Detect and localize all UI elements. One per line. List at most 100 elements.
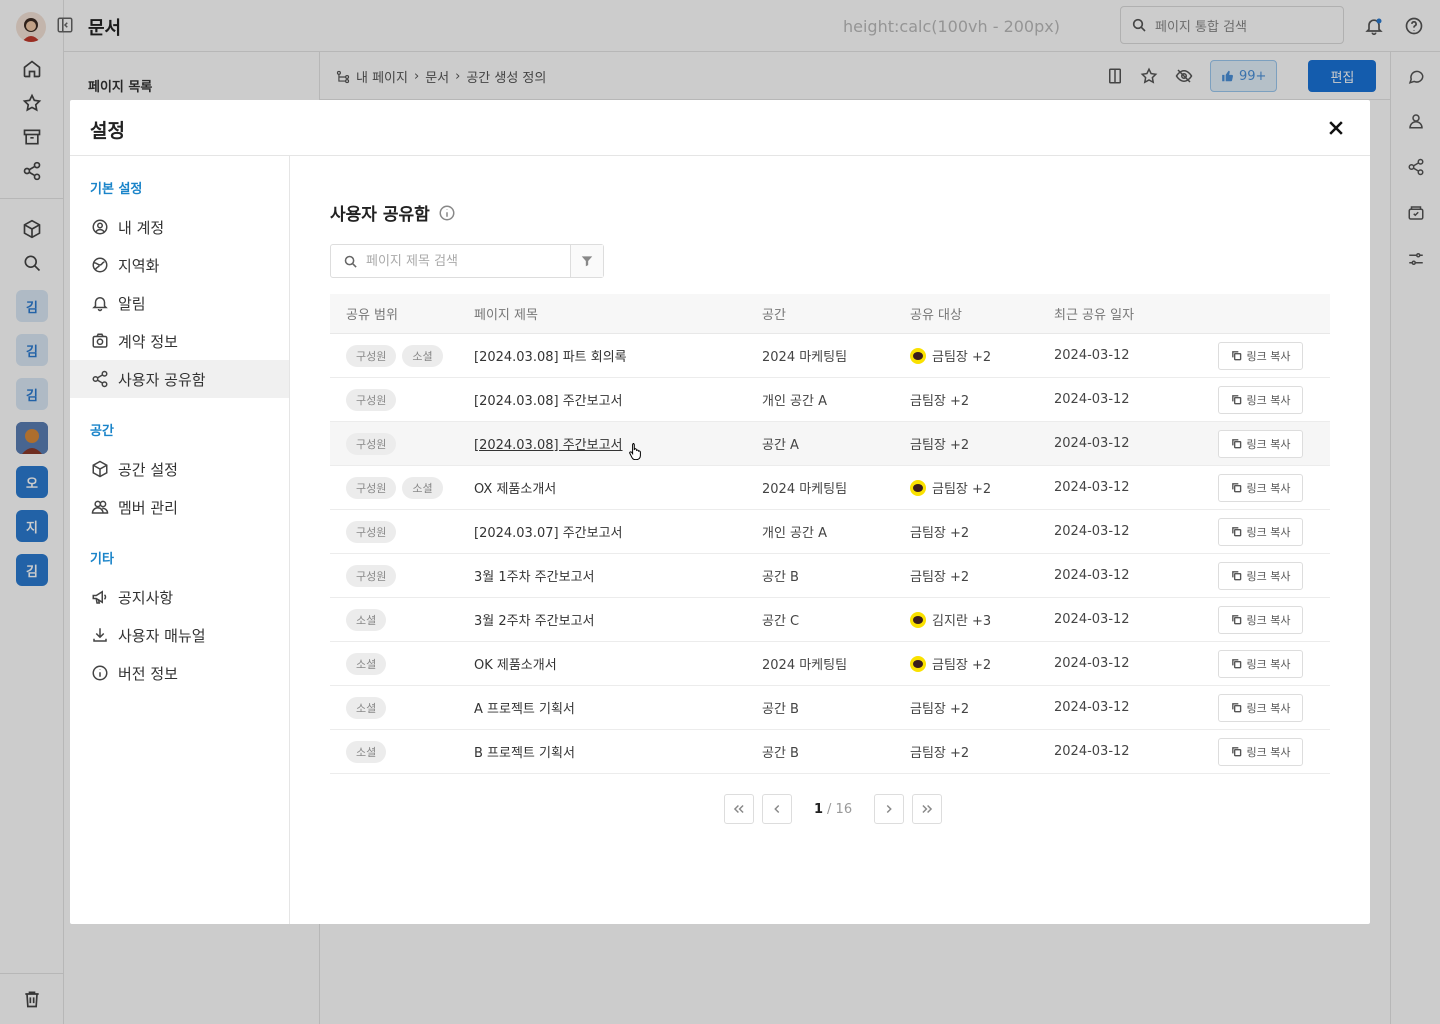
- nav-item-label: 지역화: [118, 256, 160, 275]
- users-icon: [90, 498, 109, 517]
- page-title-cell[interactable]: [2024.03.08] 주간보고서: [474, 438, 623, 453]
- nav-item-localization[interactable]: 지역화: [70, 246, 289, 284]
- info-icon: [90, 664, 109, 683]
- nav-item-announcements[interactable]: 공지사항: [70, 578, 289, 616]
- target-cell: 금팀장 +2: [910, 702, 970, 717]
- scope-chip: 구성원: [346, 476, 397, 499]
- copy-link-label: 링크 복사: [1246, 745, 1291, 759]
- table-row[interactable]: 구성원 [2024.03.08] 주간보고서 공간 A 금팀장 +2 2024-…: [330, 422, 1330, 466]
- page-indicator: 1 / 16: [814, 802, 852, 817]
- date-cell: 2024-03-12: [1054, 568, 1130, 583]
- close-icon[interactable]: [1326, 118, 1346, 138]
- table-row[interactable]: 소셜 B 프로젝트 기획서 공간 B 금팀장 +2 2024-03-12 링크 …: [330, 730, 1330, 774]
- nav-item-manual[interactable]: 사용자 매뉴얼: [70, 616, 289, 654]
- scope-chip: 소셜: [346, 740, 387, 763]
- nav-item-my-account[interactable]: 내 계정: [70, 208, 289, 246]
- table-row[interactable]: 구성원 소셜 OX 제품소개서 2024 마케팅팀 금팀장 +2 2024-03-…: [330, 466, 1330, 510]
- nav-item-label: 사용자 매뉴얼: [118, 626, 206, 645]
- kakao-icon: [910, 611, 926, 628]
- kakao-icon: [910, 347, 926, 364]
- first-page-button[interactable]: [724, 794, 754, 824]
- copy-link-label: 링크 복사: [1246, 437, 1291, 451]
- table-row[interactable]: 구성원 [2024.03.07] 주간보고서 개인 공간 A 금팀장 +2 20…: [330, 510, 1330, 554]
- page-title-cell[interactable]: [2024.03.07] 주간보고서: [474, 522, 762, 541]
- scope-chip: 소셜: [346, 608, 387, 631]
- copy-link-button[interactable]: 링크 복사: [1218, 341, 1303, 370]
- copy-link-label: 링크 복사: [1246, 393, 1291, 407]
- date-cell: 2024-03-12: [1054, 612, 1130, 627]
- content-title: 사용자 공유함: [330, 205, 430, 225]
- column-header-scope: 공유 범위: [346, 308, 398, 323]
- table-row[interactable]: 소셜 OK 제품소개서 2024 마케팅팀 금팀장 +2 2024-03-12 …: [330, 642, 1330, 686]
- page-title-cell[interactable]: [2024.03.08] 주간보고서: [474, 390, 762, 409]
- page-title-cell[interactable]: A 프로젝트 기획서: [474, 698, 762, 717]
- page-title-cell[interactable]: OX 제품소개서: [474, 478, 762, 497]
- chevrons-left-icon: [733, 804, 744, 814]
- copy-icon: [1231, 659, 1241, 669]
- space-cell: 2024 마케팅팀: [762, 658, 848, 673]
- filter-button[interactable]: [570, 245, 603, 277]
- kakao-icon: [910, 655, 926, 672]
- content-title-wrap: 사용자 공유함: [330, 200, 456, 225]
- copy-link-button[interactable]: 링크 복사: [1218, 561, 1303, 590]
- copy-link-button[interactable]: 링크 복사: [1218, 473, 1303, 502]
- nav-item-user-share[interactable]: 사용자 공유함: [70, 360, 289, 398]
- column-header-title: 페이지 제목: [474, 308, 538, 323]
- copy-link-button[interactable]: 링크 복사: [1218, 693, 1303, 722]
- nav-item-contract[interactable]: 계약 정보: [70, 322, 289, 360]
- nav-item-label: 멤버 관리: [118, 498, 178, 517]
- chevron-right-icon: [886, 804, 892, 814]
- download-icon: [90, 626, 109, 645]
- copy-link-label: 링크 복사: [1246, 657, 1291, 671]
- date-cell: 2024-03-12: [1054, 700, 1130, 715]
- chevron-left-icon: [774, 804, 780, 814]
- last-page-button[interactable]: [912, 794, 943, 824]
- nav-item-members[interactable]: 멤버 관리: [70, 488, 289, 526]
- target-cell: 금팀장 +2: [932, 350, 992, 365]
- share-icon: [90, 370, 109, 389]
- copy-link-button[interactable]: 링크 복사: [1218, 429, 1303, 458]
- nav-section-etc: 기타: [90, 552, 114, 567]
- copy-link-label: 링크 복사: [1246, 349, 1291, 363]
- nav-item-label: 공지사항: [118, 588, 174, 607]
- scope-chip: 구성원: [346, 344, 397, 367]
- page-title-cell[interactable]: OK 제품소개서: [474, 654, 762, 673]
- space-cell: 2024 마케팅팀: [762, 350, 848, 365]
- space-cell: 개인 공간 A: [762, 526, 827, 541]
- nav-section-space: 공간: [90, 424, 114, 439]
- space-cell: 공간 A: [762, 438, 799, 453]
- table-row[interactable]: 소셜 3월 2주차 주간보고서 공간 C 김지란 +3 2024-03-12 링…: [330, 598, 1330, 642]
- next-page-button[interactable]: [874, 794, 905, 824]
- page-title-cell[interactable]: B 프로젝트 기획서: [474, 742, 762, 761]
- copy-link-button[interactable]: 링크 복사: [1218, 649, 1303, 678]
- copy-link-button[interactable]: 링크 복사: [1218, 737, 1303, 766]
- page-title-cell[interactable]: [2024.03.08] 파트 회의록: [474, 346, 762, 365]
- target-cell: 금팀장 +2: [910, 570, 970, 585]
- scope-chip: 구성원: [346, 520, 397, 543]
- table-row[interactable]: 소셜 A 프로젝트 기획서 공간 B 금팀장 +2 2024-03-12 링크 …: [330, 686, 1330, 730]
- table-row[interactable]: 구성원 [2024.03.08] 주간보고서 개인 공간 A 금팀장 +2 20…: [330, 378, 1330, 422]
- filter-icon: [581, 256, 593, 267]
- date-cell: 2024-03-12: [1054, 436, 1130, 451]
- prev-page-button[interactable]: [762, 794, 792, 824]
- copy-link-button[interactable]: 링크 복사: [1218, 385, 1303, 414]
- nav-item-version[interactable]: 버전 정보: [70, 654, 289, 692]
- copy-link-button[interactable]: 링크 복사: [1218, 517, 1303, 546]
- page-title-cell[interactable]: 3월 2주차 주간보고서: [474, 610, 762, 629]
- scope-chip: 구성원: [346, 432, 397, 455]
- nav-item-space-settings[interactable]: 공간 설정: [70, 450, 289, 488]
- nav-item-notifications[interactable]: 알림: [70, 284, 289, 322]
- user-circle-icon: [90, 218, 109, 237]
- copy-icon: [1231, 527, 1241, 537]
- pagination: 1 / 16: [724, 794, 943, 824]
- info-icon[interactable]: [438, 204, 456, 222]
- search-input[interactable]: [366, 253, 556, 269]
- table-row[interactable]: 구성원 3월 1주차 주간보고서 공간 B 금팀장 +2 2024-03-12 …: [330, 554, 1330, 598]
- page-title-cell[interactable]: 3월 1주차 주간보고서: [474, 566, 762, 585]
- copy-icon: [1231, 395, 1241, 405]
- nav-item-label: 내 계정: [118, 218, 165, 237]
- table-row[interactable]: 구성원 소셜 [2024.03.08] 파트 회의록 2024 마케팅팀 금팀장 …: [330, 334, 1330, 378]
- space-cell: 공간 B: [762, 702, 799, 717]
- copy-icon: [1231, 351, 1241, 361]
- copy-link-button[interactable]: 링크 복사: [1218, 605, 1303, 634]
